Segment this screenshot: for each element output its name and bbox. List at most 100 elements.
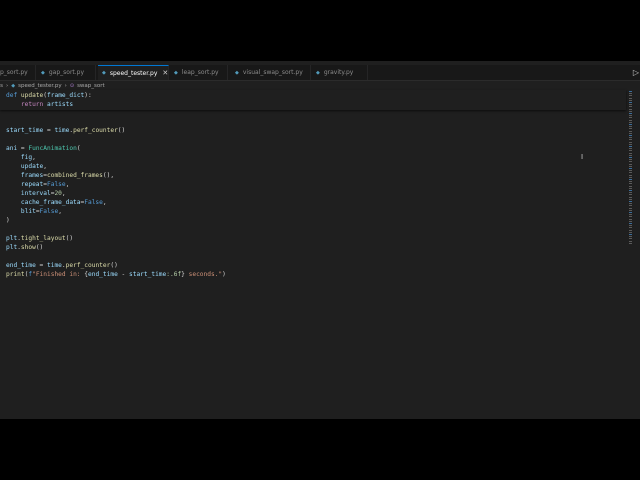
code-line[interactable]: return artists [6,100,73,109]
code-line[interactable]: blit=False, [6,207,62,216]
tab-p-sort[interactable]: p_sort.py [0,65,36,80]
minimap-line [629,106,632,108]
code-line[interactable]: cache_frame_data=False, [6,198,107,207]
minimap-line [629,203,632,205]
minimap-line [629,192,632,194]
python-file-icon: ◆ [316,69,320,76]
mouse-cursor-icon: I [581,153,584,161]
tab-visual-swap-sort[interactable]: ◆ visual_swap_sort.py [231,65,311,80]
code-token: start_time [129,271,167,278]
code-token: ( [76,145,81,152]
minimap-line [629,209,632,211]
tab-label: speed_tester.py [109,69,158,77]
code-line[interactable]: interval=20, [6,189,66,198]
minimap-line [629,207,632,209]
minimap-line [629,126,632,128]
minimap-line [629,234,632,235]
code-line[interactable]: end_time = time.perf_counter() [6,261,118,270]
minimap-line [629,176,632,178]
code-token: (), [102,172,115,179]
code-line[interactable]: print(f"Finished in: {end_time - start_t… [6,270,226,279]
minimap-line [629,143,632,145]
minimap-line [629,236,632,238]
code-token: False [39,208,59,215]
minimap-line [629,93,632,95]
run-icon[interactable]: ▷ [633,68,639,77]
minimap-line [629,159,632,161]
code-line[interactable]: plt.show() [6,243,43,252]
code-line[interactable]: repeat=False, [6,180,69,189]
code-token: , [43,163,47,170]
breadcrumb-symbol[interactable]: swap_sort [77,83,105,89]
minimap-line [629,132,632,134]
minimap-line [629,130,632,132]
minimap-line [629,212,632,213]
code-token: = [35,262,47,269]
code-token: , [102,199,107,206]
minimap-line [629,163,632,165]
minimap-line [629,135,632,136]
minimap-line [629,104,632,106]
code-line[interactable]: start_time = time.perf_counter() [6,126,125,135]
python-file-icon: ◆ [174,69,178,76]
minimap[interactable] [628,91,640,251]
minimap-line [629,157,632,158]
minimap-line [629,128,632,130]
tab-gravity[interactable]: ◆ gravity.py [312,65,368,80]
code-token: start_time [6,127,44,134]
code-line[interactable]: ani = FuncAnimation( [6,144,81,153]
code-token: end_time [6,262,36,269]
minimap-line [629,216,632,218]
code-token: update [20,92,44,99]
minimap-line [629,99,632,101]
tab-label: visual_swap_sort.py [242,69,303,76]
code-line[interactable]: def update(frame_dict): [6,91,92,100]
minimap-line [629,108,632,110]
minimap-line [629,174,632,176]
minimap-line [629,119,632,121]
code-token: def [6,92,18,99]
minimap-line [629,223,632,224]
chevron-right-icon: › [64,82,67,89]
sticky-scroll[interactable]: def update(frame_dict): return artists [0,90,626,110]
code-token: ani [6,145,18,152]
minimap-line [629,168,632,169]
function-symbol-icon: ⊙ [69,82,75,89]
tab-bar: p_sort.py ◆ gap_sort.py ◆ speed_tester.p… [0,65,640,81]
code-token: FuncAnimation [28,145,77,152]
code-line[interactable]: ) [6,216,10,225]
minimap-line [629,240,632,242]
code-token: repeat [20,181,44,188]
minimap-line [629,115,632,117]
breadcrumb-folder[interactable]: ts [0,83,3,89]
python-file-icon: ◆ [11,82,16,89]
minimap-line [629,185,632,187]
tab-gap-sort[interactable]: ◆ gap_sort.py [37,65,96,80]
tab-leap-sort[interactable]: ◆ leap_sort.py [170,65,228,80]
code-token: () [65,235,74,242]
code-line[interactable]: plt.tight_layout() [6,234,73,243]
code-token: ): [84,92,92,99]
minimap-line [629,113,632,114]
code-line[interactable]: update, [6,162,47,171]
breadcrumb-file[interactable]: speed_tester.py [18,83,62,89]
tab-label: leap_sort.py [181,69,219,76]
minimap-line [629,117,632,119]
code-token: seconds." [184,271,223,278]
minimap-line [629,146,632,147]
minimap-line [629,137,632,139]
code-token: , [32,154,36,161]
code-line[interactable]: frames=combined_frames(), [6,171,114,180]
minimap-line [629,227,632,229]
close-icon[interactable]: ✕ [162,69,168,77]
minimap-line [629,141,632,143]
code-token: () [117,127,126,134]
tab-speed-tester[interactable]: ◆ speed_tester.py ✕ [98,65,169,80]
code-token: perf_counter [65,262,111,269]
code-line[interactable]: fig, [6,153,36,162]
code-token: plt [6,244,18,251]
